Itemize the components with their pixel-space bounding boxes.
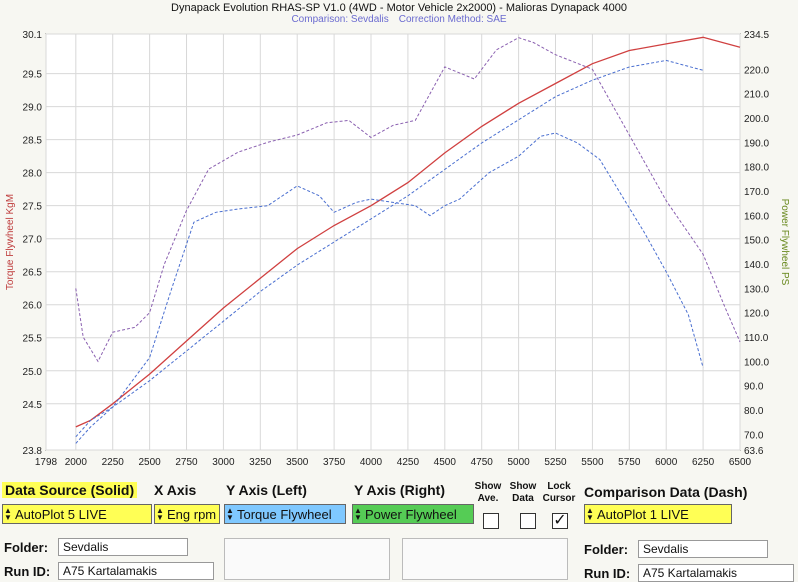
x-tick-label: 4250 — [397, 457, 420, 468]
y2-tick-label: 160.0 — [744, 211, 769, 222]
y2-tick-label: 220.0 — [744, 65, 769, 76]
x-tick-label: 6250 — [692, 457, 715, 468]
y2-tick-label: 70.0 — [744, 430, 764, 441]
y-tick-label: 25.0 — [23, 367, 43, 378]
y-tick-label: 26.0 — [23, 301, 43, 312]
y-right-heading: Y Axis (Right) — [354, 482, 446, 498]
y-tick-label: 26.5 — [23, 268, 43, 279]
y-tick-label: 27.0 — [23, 235, 43, 246]
lock-cursor-label: Lock Cursor — [542, 481, 576, 504]
x-tick-label: 2000 — [65, 457, 88, 468]
x-tick-label: 2250 — [102, 457, 125, 468]
y-tick-label: 25.5 — [23, 334, 43, 345]
y2-tick-label: 170.0 — [744, 187, 769, 198]
comparison-run-id-field[interactable]: A75 Kartalamakis — [638, 564, 794, 582]
data-source-select[interactable]: ▲ ▼ AutoPlot 5 LIVE — [2, 504, 152, 524]
chart-subtitle: Comparison: Sevdalis Correction Method: S… — [0, 14, 798, 25]
spin-arrows-icon[interactable]: ▲ ▼ — [225, 505, 235, 523]
notes-box-left — [224, 538, 390, 580]
y-right-select[interactable]: ▲ ▼ Power Flywheel — [352, 504, 474, 524]
spin-arrows-icon[interactable]: ▲ ▼ — [353, 505, 363, 523]
x-tick-label: 5000 — [507, 457, 530, 468]
spin-arrows-icon[interactable]: ▲ ▼ — [155, 505, 165, 523]
y2-tick-label: 150.0 — [744, 236, 769, 247]
lock-cursor-checkbox[interactable]: ✓ — [552, 513, 568, 529]
x-tick-label: 6500 — [729, 457, 752, 468]
y2-tick-label: 200.0 — [744, 114, 769, 125]
y-tick-label: 29.0 — [23, 103, 43, 114]
y2-tick-label: 210.0 — [744, 90, 769, 101]
y-left-heading: Y Axis (Left) — [226, 482, 307, 498]
folder-label: Folder: — [4, 540, 49, 555]
y2-tick-label: 120.0 — [744, 309, 769, 320]
comparison-select[interactable]: ▲ ▼ AutoPlot 1 LIVE — [584, 504, 732, 524]
y-tick-label: 28.0 — [23, 169, 43, 180]
show-data-label: Show Data — [509, 481, 537, 504]
x-tick-label: 2750 — [175, 457, 198, 468]
y2-tick-label: 90.0 — [744, 382, 764, 393]
y-left-select[interactable]: ▲ ▼ Torque Flywheel — [224, 504, 346, 524]
show-data-checkbox[interactable] — [520, 513, 536, 529]
y2-tick-label: 190.0 — [744, 138, 769, 149]
y-right-value: Power Flywheel — [365, 506, 457, 522]
comparison-heading: Comparison Data (Dash) — [584, 484, 748, 500]
run-id-field[interactable]: A75 Kartalamakis — [58, 562, 214, 580]
y2-tick-label: 80.0 — [744, 406, 764, 417]
x-axis-heading: X Axis — [154, 482, 197, 498]
comparison-value: AutoPlot 1 LIVE — [597, 506, 689, 522]
y-left-value: Torque Flywheel — [237, 506, 332, 522]
y-tick-label: 24.5 — [23, 400, 43, 411]
y2-axis-label: Power Flywheel PS — [779, 199, 790, 286]
x-tick-label: 3250 — [249, 457, 272, 468]
y2-tick-label: 234.5 — [744, 30, 769, 41]
x-tick-label: 5500 — [581, 457, 604, 468]
y2-tick-label: 180.0 — [744, 163, 769, 174]
y2-tick-label: 63.6 — [744, 446, 764, 457]
chart-title: Dynapack Evolution RHAS-SP V1.0 (4WD - M… — [171, 2, 627, 14]
comparison-folder-field[interactable]: Sevdalis — [638, 540, 768, 558]
spin-arrows-icon[interactable]: ▲ ▼ — [585, 505, 595, 523]
y-tick-label: 28.5 — [23, 136, 43, 147]
y-tick-label: 27.5 — [23, 202, 43, 213]
comparison-folder-label: Folder: — [584, 542, 629, 557]
folder-field[interactable]: Sevdalis — [58, 538, 188, 556]
show-ave-checkbox[interactable] — [483, 513, 499, 529]
x-tick-label: 1798 — [35, 457, 58, 468]
x-tick-label: 2500 — [138, 457, 161, 468]
data-source-heading: Data Source (Solid) — [2, 482, 138, 498]
notes-box-right — [402, 538, 568, 580]
y-axis-label: Torque Flywheel KgM — [5, 194, 16, 290]
x-tick-label: 5250 — [544, 457, 567, 468]
spin-arrows-icon[interactable]: ▲ ▼ — [3, 505, 13, 523]
comparison-run-id-label: Run ID: — [584, 566, 631, 581]
y-tick-label: 23.8 — [23, 446, 43, 457]
dyno-chart[interactable]: 1798 2000 2250 2500 2750 3000 3250 3500 3750 4000… — [0, 26, 798, 472]
x-tick-label: 4500 — [434, 457, 457, 468]
y-tick-label: 29.5 — [23, 70, 43, 81]
x-tick-label: 3000 — [212, 457, 235, 468]
y2-tick-label: 100.0 — [744, 357, 769, 368]
y2-tick-label: 130.0 — [744, 284, 769, 295]
x-tick-label: 3500 — [286, 457, 309, 468]
x-axis-value: Eng rpm — [167, 506, 217, 522]
y2-tick-label: 140.0 — [744, 260, 769, 271]
data-source-value: AutoPlot 5 LIVE — [15, 506, 107, 522]
run-id-label: Run ID: — [4, 564, 51, 579]
y-tick-label: 30.1 — [23, 30, 43, 41]
y2-tick-label: 110.0 — [744, 333, 769, 344]
x-tick-label: 3750 — [323, 457, 346, 468]
x-tick-label: 4750 — [471, 457, 494, 468]
show-ave-label: Show Ave. — [474, 481, 502, 504]
correction-caption: Correction Method: SAE — [398, 14, 507, 25]
x-tick-label: 4000 — [360, 457, 383, 468]
x-axis-select[interactable]: ▲ ▼ Eng rpm — [154, 504, 220, 524]
x-tick-label: 6000 — [655, 457, 678, 468]
x-tick-label: 5750 — [618, 457, 641, 468]
comparison-caption: Comparison: Sevdalis — [291, 14, 389, 25]
